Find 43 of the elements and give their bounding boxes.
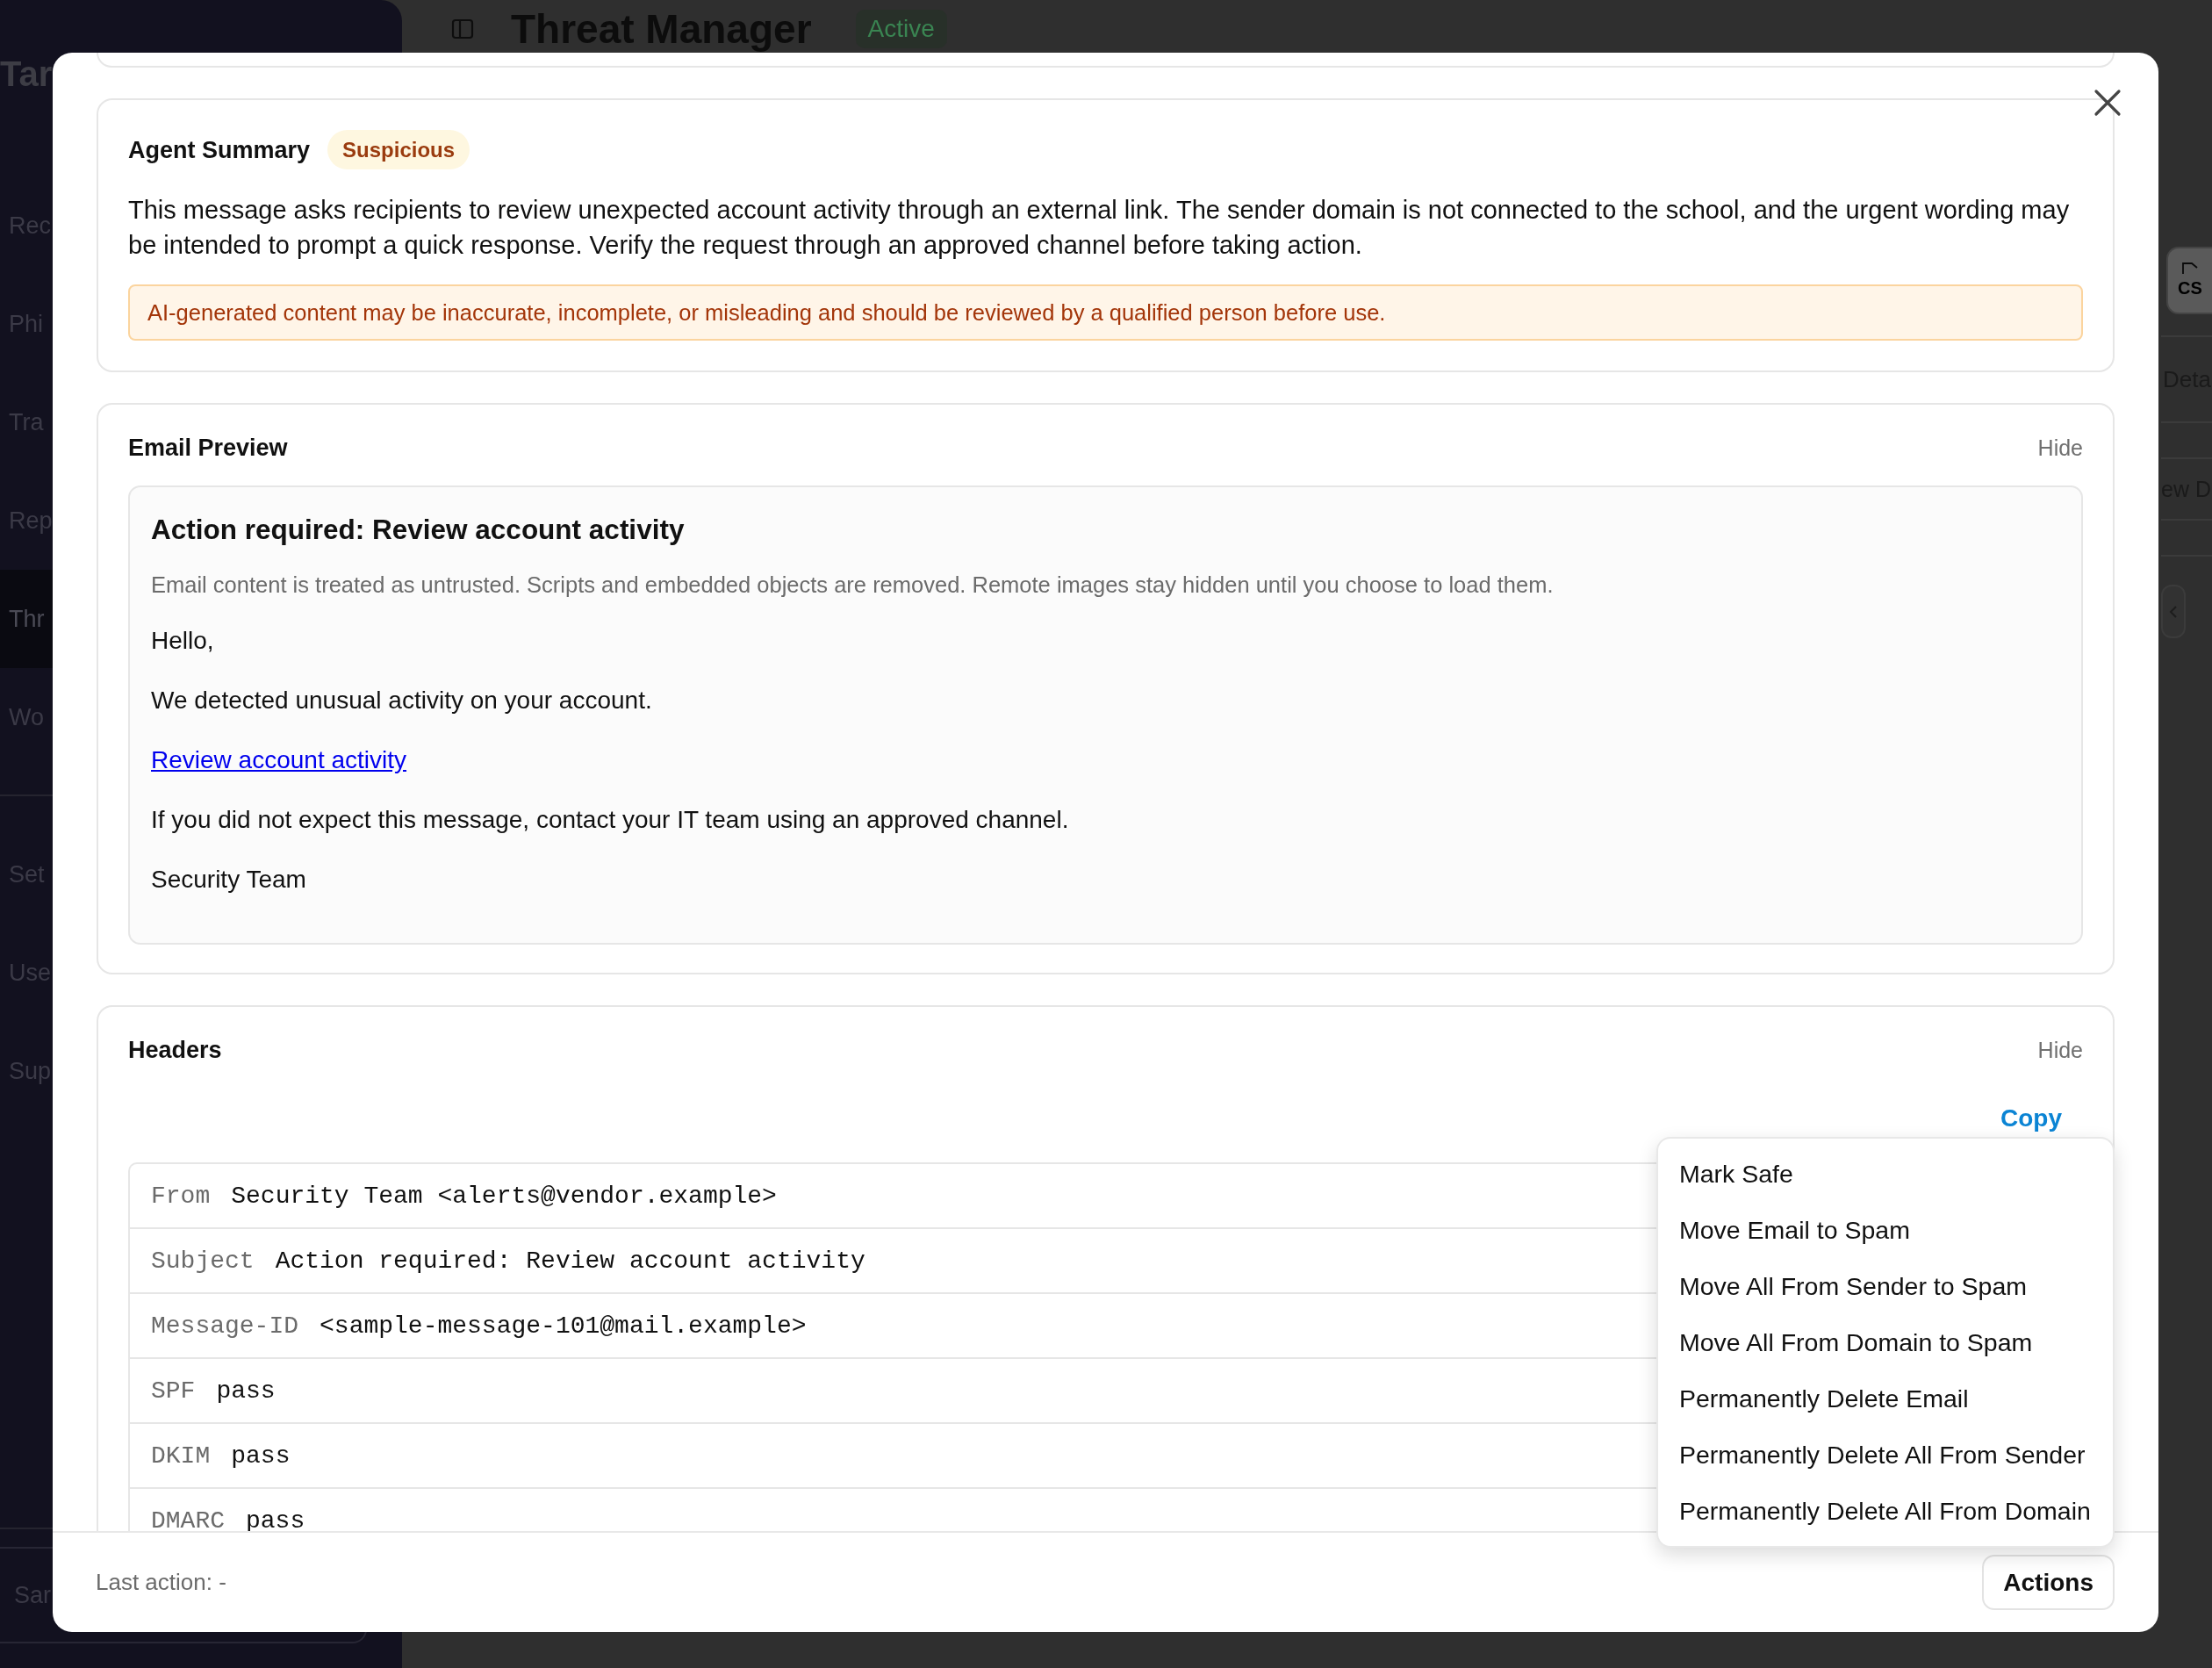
- export-button[interactable]: CS: [2166, 247, 2212, 314]
- email-link[interactable]: Review account activity: [151, 746, 406, 773]
- menu-item[interactable]: Mark Safe: [1658, 1146, 2113, 1202]
- email-paragraph: We detected unusual activity on your account.: [151, 686, 653, 715]
- document-icon: [2182, 262, 2198, 275]
- header-value: Action required: Review account activity: [275, 1247, 865, 1275]
- header-name: Subject: [151, 1247, 255, 1275]
- verdict-badge: Suspicious: [327, 130, 470, 169]
- email-paragraph: Hello,: [151, 626, 215, 656]
- previous-button[interactable]: [2161, 585, 2186, 638]
- card-title: Agent Summary: [128, 136, 311, 163]
- email-paragraph: Security Team: [151, 865, 307, 895]
- close-icon: [2094, 89, 2122, 117]
- menu-item[interactable]: Move All From Domain to Spam: [1658, 1314, 2113, 1370]
- header-name: Message-ID: [151, 1312, 299, 1340]
- header-value: pass: [231, 1442, 291, 1470]
- card-title: Headers: [128, 1037, 222, 1063]
- header-name: SPF: [151, 1377, 196, 1405]
- email-subject: Action required: Review account activity: [151, 513, 686, 547]
- header-value: <sample-message-101@mail.example>: [320, 1312, 807, 1340]
- email-paragraph: If you did not expect this message, contact your IT team using an approved channel.: [151, 805, 1070, 835]
- copy-button[interactable]: Copy: [2000, 1103, 2062, 1134]
- card-title: Email Preview: [128, 435, 288, 461]
- menu-item[interactable]: Move Email to Spam: [1658, 1202, 2113, 1258]
- menu-item[interactable]: Move All From Sender to Spam: [1658, 1258, 2113, 1314]
- summary-text: This message asks recipients to review unexpected account activity through an external link. The sender domain is not connected to the school, and the urgent wording may be intended to prompt a quick response. Verify the request through an approved channel before taking action.: [128, 195, 2071, 261]
- header-value: pass: [216, 1377, 276, 1405]
- menu-item[interactable]: Permanently Delete All From Domain: [1658, 1483, 2113, 1539]
- header-name: From: [151, 1182, 211, 1210]
- disclaimer-notice: AI-generated content may be inaccurate, incomplete, or misleading and should be reviewed by a qualified person before use.: [128, 284, 2083, 341]
- menu-item[interactable]: Permanently Delete Email: [1658, 1370, 2113, 1427]
- close-button[interactable]: [2094, 89, 2122, 117]
- safety-note: Email content is treated as untrusted. Scripts and embedded objects are removed. Remote images stay hidden until you choose to load them.: [151, 572, 1555, 599]
- last-action-text: Last action: -: [96, 1569, 226, 1596]
- header-name: DMARC: [151, 1506, 225, 1531]
- status-badge: Active: [855, 9, 947, 48]
- sidebar-icon[interactable]: [451, 17, 474, 40]
- actions-button[interactable]: Actions: [1982, 1555, 2115, 1610]
- header-name: DKIM: [151, 1442, 211, 1470]
- hide-button[interactable]: Hide: [2037, 435, 2083, 461]
- menu-item[interactable]: Permanently Delete All From Sender: [1658, 1427, 2113, 1483]
- hide-button[interactable]: Hide: [2037, 1037, 2083, 1063]
- header-value: Security Team <alerts@vendor.example>: [231, 1182, 777, 1210]
